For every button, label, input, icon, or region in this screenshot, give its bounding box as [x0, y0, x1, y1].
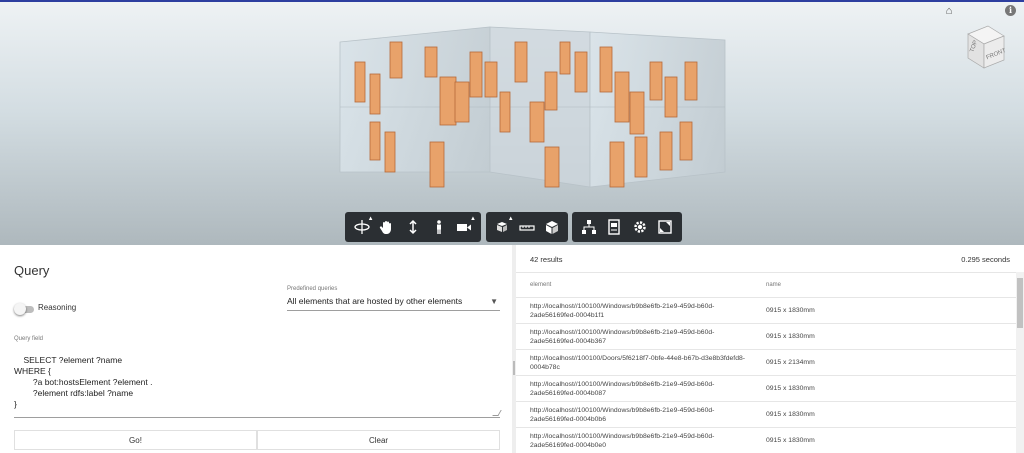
- name-cell: 0915 x 1830mm: [766, 333, 815, 340]
- table-row[interactable]: http://localhost//100100/Windows/b9b8e6f…: [516, 324, 1016, 350]
- model-toolbar: ▲: [486, 212, 568, 242]
- window-frame[interactable]: [439, 76, 457, 126]
- element-cell: http://localhost//100100/Windows/b9b8e6f…: [530, 381, 715, 397]
- query-field-text: SELECT ?element ?name WHERE { ?a bot:hos…: [14, 355, 153, 409]
- home-icon[interactable]: ⌂: [943, 5, 955, 17]
- query-panel: Query Reasoning Predefined queries All e…: [0, 245, 512, 453]
- properties-icon[interactable]: [603, 215, 627, 239]
- go-button[interactable]: Go!: [14, 430, 257, 450]
- window-frame[interactable]: [354, 61, 366, 103]
- window-frame[interactable]: [424, 46, 438, 78]
- 3d-viewer[interactable]: ⌂ i TOP FRONT ▲ ▲ ▲: [0, 0, 1024, 245]
- model-browser-icon[interactable]: [577, 215, 601, 239]
- window-frame[interactable]: [514, 41, 528, 83]
- info-icon[interactable]: i: [1005, 5, 1016, 16]
- predefined-queries-select[interactable]: All elements that are hosted by other el…: [287, 294, 500, 311]
- table-row[interactable]: http://localhost//100100/Doors/5f6218f7-…: [516, 350, 1016, 376]
- element-cell: http://localhost//100100/Doors/5f6218f7-…: [530, 355, 746, 371]
- name-cell: 0915 x 2134mm: [766, 359, 815, 366]
- query-title: Query: [14, 263, 50, 278]
- window-frame[interactable]: [484, 61, 498, 98]
- resize-grip-icon[interactable]: [492, 410, 502, 416]
- window-frame[interactable]: [634, 136, 648, 178]
- window-frame[interactable]: [384, 131, 396, 173]
- window-frame[interactable]: [544, 71, 558, 111]
- zoom-icon[interactable]: [401, 215, 425, 239]
- window-frame[interactable]: [529, 101, 545, 143]
- window-frame[interactable]: [429, 141, 445, 188]
- clear-button[interactable]: Clear: [257, 430, 500, 450]
- fullscreen-icon[interactable]: [654, 215, 678, 239]
- settings-icon[interactable]: [628, 215, 652, 239]
- explode-model-icon[interactable]: ▲: [491, 215, 514, 239]
- name-cell: 0915 x 1830mm: [766, 437, 815, 444]
- name-cell: 0915 x 1830mm: [766, 385, 815, 392]
- window-frame[interactable]: [599, 46, 613, 93]
- window-frame[interactable]: [389, 41, 403, 79]
- results-panel: 42 results 0.295 seconds element name ht…: [516, 245, 1024, 453]
- window-frame[interactable]: [469, 51, 483, 98]
- navigation-toolbar: ▲ ▲: [345, 212, 481, 242]
- window-frame[interactable]: [609, 141, 625, 188]
- element-cell: http://localhost//100100/Windows/b9b8e6f…: [530, 329, 715, 345]
- column-header-name[interactable]: name: [766, 282, 781, 288]
- reasoning-label: Reasoning: [38, 303, 77, 312]
- table-row[interactable]: http://localhost//100100/Windows/b9b8e6f…: [516, 402, 1016, 428]
- window-frame[interactable]: [614, 71, 630, 123]
- window-frame[interactable]: [369, 121, 381, 161]
- reasoning-toggle[interactable]: [14, 303, 36, 315]
- element-cell: http://localhost//100100/Windows/b9b8e6f…: [530, 303, 715, 319]
- window-frame[interactable]: [679, 121, 693, 161]
- building-model[interactable]: [330, 22, 740, 202]
- window-frame[interactable]: [664, 76, 678, 118]
- results-table-body: http://localhost//100100/Windows/b9b8e6f…: [516, 298, 1016, 453]
- results-table-header: element name: [516, 272, 1016, 298]
- table-row[interactable]: http://localhost//100100/Windows/b9b8e6f…: [516, 428, 1016, 453]
- query-field-label: Query field: [14, 336, 44, 342]
- element-cell: http://localhost//100100/Windows/b9b8e6f…: [530, 407, 715, 423]
- window-frame[interactable]: [629, 91, 645, 135]
- section-box-icon[interactable]: [540, 215, 563, 239]
- predefined-queries-label: Predefined queries: [287, 286, 338, 292]
- window-frame[interactable]: [684, 61, 698, 101]
- results-time: 0.295 seconds: [961, 255, 1010, 264]
- dropdown-arrow-icon: ▼: [490, 297, 498, 306]
- view-cube[interactable]: TOP FRONT: [960, 24, 1010, 72]
- orbit-icon[interactable]: ▲: [350, 215, 374, 239]
- results-scrollbar[interactable]: [1016, 272, 1024, 453]
- column-header-element[interactable]: element: [530, 282, 551, 288]
- pan-icon[interactable]: [376, 215, 400, 239]
- table-row[interactable]: http://localhost//100100/Windows/b9b8e6f…: [516, 298, 1016, 324]
- window-frame[interactable]: [559, 41, 571, 75]
- settings-toolbar: [572, 212, 682, 242]
- first-person-icon[interactable]: [427, 215, 451, 239]
- measure-icon[interactable]: [516, 215, 539, 239]
- window-frame[interactable]: [544, 146, 560, 188]
- element-cell: http://localhost//100100/Windows/b9b8e6f…: [530, 433, 715, 449]
- table-row[interactable]: http://localhost//100100/Windows/b9b8e6f…: [516, 376, 1016, 402]
- window-frame[interactable]: [369, 73, 381, 115]
- window-frame[interactable]: [499, 91, 511, 133]
- name-cell: 0915 x 1830mm: [766, 307, 815, 314]
- window-frame[interactable]: [649, 61, 663, 101]
- query-field-textarea[interactable]: SELECT ?element ?name WHERE { ?a bot:hos…: [14, 344, 502, 418]
- window-frame[interactable]: [574, 51, 588, 93]
- results-count: 42 results: [530, 255, 563, 264]
- camera-icon[interactable]: ▲: [452, 215, 476, 239]
- window-frame[interactable]: [454, 81, 470, 123]
- name-cell: 0915 x 1830mm: [766, 411, 815, 418]
- predefined-queries-value: All elements that are hosted by other el…: [287, 296, 463, 306]
- window-frame[interactable]: [659, 131, 673, 171]
